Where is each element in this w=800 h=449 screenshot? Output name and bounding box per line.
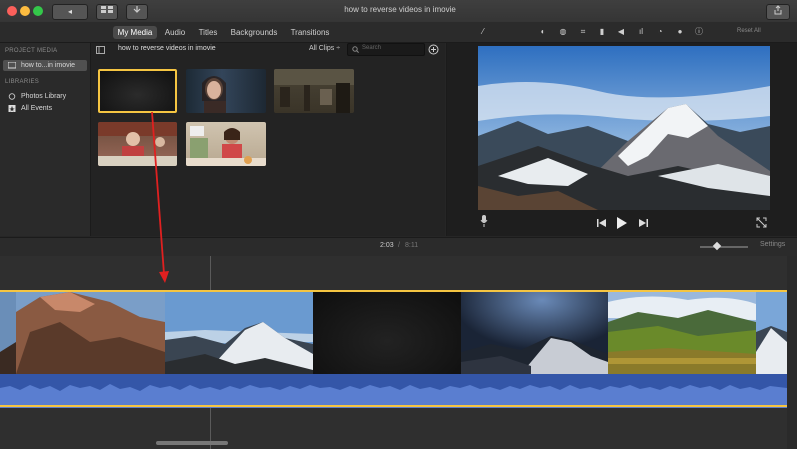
annotation-arrow — [151, 111, 169, 283]
imovie-window: ◂ Projects how to reverse videos in imov… — [0, 0, 797, 449]
